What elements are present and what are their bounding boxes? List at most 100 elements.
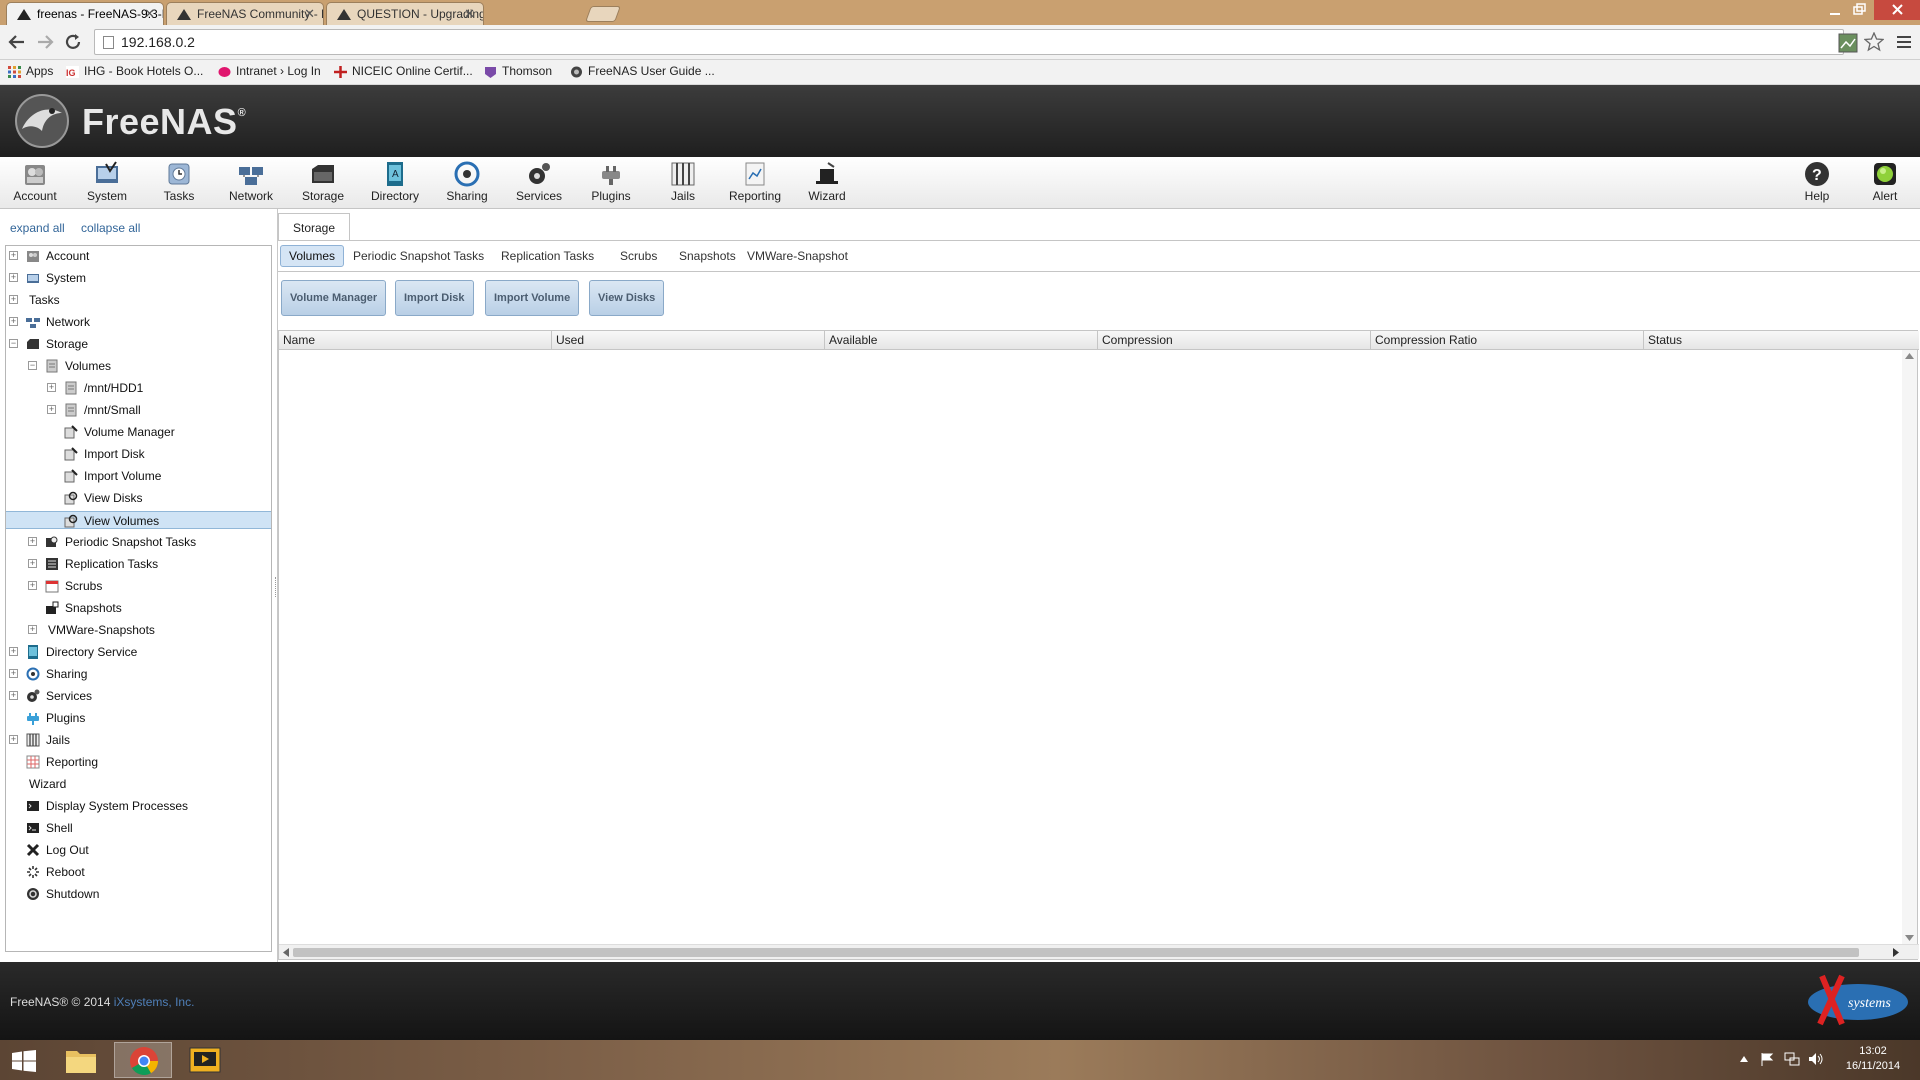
back-arrow-icon[interactable] xyxy=(8,34,26,50)
expand-toggle[interactable]: + xyxy=(28,581,37,590)
bookmark-thomson[interactable]: Thomson xyxy=(484,64,552,78)
column-header-used[interactable]: Used xyxy=(552,331,825,350)
windows-start-icon[interactable] xyxy=(12,1050,36,1072)
subtab-volumes[interactable]: Volumes xyxy=(280,245,345,267)
expand-toggle[interactable]: + xyxy=(47,405,56,414)
menu-alert[interactable]: Alert xyxy=(1852,161,1918,203)
expand-toggle[interactable]: + xyxy=(9,317,18,326)
scroll-left-icon[interactable] xyxy=(283,948,289,957)
expand-toggle[interactable]: + xyxy=(9,273,18,282)
view-disks-button[interactable]: View Disks xyxy=(589,280,665,316)
tree-node-services[interactable]: + Services xyxy=(6,687,271,705)
menu-account[interactable]: Account xyxy=(2,161,68,203)
tree-node-shell[interactable]: Shell xyxy=(6,819,271,837)
tree-node-directory-service[interactable]: + Directory Service xyxy=(6,643,271,661)
expand-toggle[interactable]: + xyxy=(28,625,37,634)
tree-node-vmware-snapshots[interactable]: + VMWare-Snapshots xyxy=(6,621,271,639)
menu-reporting[interactable]: Reporting xyxy=(722,161,788,203)
menu-network[interactable]: Network xyxy=(218,161,284,203)
tree-node-plugins[interactable]: Plugins xyxy=(6,709,271,727)
browser-tab-1[interactable]: freenas - FreeNAS-9.3-BET ✕ xyxy=(6,2,164,25)
bookmark-intranet[interactable]: Intranet › Log In xyxy=(218,64,321,78)
column-header-available[interactable]: Available xyxy=(825,331,1098,350)
tree-node-log-out[interactable]: Log Out xyxy=(6,841,271,859)
tree-node-system[interactable]: + System xyxy=(6,269,271,287)
tree-node-account[interactable]: + Account xyxy=(6,247,271,265)
menu-hamburger-icon[interactable] xyxy=(1896,34,1912,50)
collapse-toggle[interactable]: − xyxy=(9,339,18,348)
reload-icon[interactable] xyxy=(64,33,82,51)
volume-manager-button[interactable]: Volume Manager xyxy=(281,280,387,316)
bookmark-freenas-guide[interactable]: FreeNAS User Guide ... xyxy=(570,64,715,78)
tree-node-sharing[interactable]: + Sharing xyxy=(6,665,271,683)
bookmark-star-icon[interactable] xyxy=(1864,32,1884,52)
tree-node-display-system-processes[interactable]: Display System Processes xyxy=(6,797,271,815)
tree-node-network[interactable]: + Network xyxy=(6,313,271,331)
tree-node-mnt-small[interactable]: + /mnt/Small xyxy=(6,401,271,419)
menu-help[interactable]: ? Help xyxy=(1784,161,1850,203)
expand-toggle[interactable]: + xyxy=(9,691,18,700)
forward-arrow-icon[interactable] xyxy=(36,34,54,50)
menu-plugins[interactable]: Plugins xyxy=(578,161,644,203)
network-tray-icon[interactable] xyxy=(1784,1052,1800,1066)
browser-tab-3[interactable]: QUESTION - Upgrading H ✕ xyxy=(326,2,484,25)
menu-wizard[interactable]: Wizard xyxy=(794,161,860,203)
tab-close-icon[interactable]: ✕ xyxy=(304,3,315,25)
restore-icon[interactable] xyxy=(1852,3,1866,17)
scroll-down-icon[interactable] xyxy=(1905,935,1914,941)
action-center-flag-icon[interactable] xyxy=(1760,1052,1774,1066)
import-disk-button[interactable]: Import Disk xyxy=(395,280,474,316)
tree-node-jails[interactable]: + Jails xyxy=(6,731,271,749)
expand-toggle[interactable]: + xyxy=(47,383,56,392)
menu-system[interactable]: System xyxy=(74,161,140,203)
horizontal-scrollbar[interactable] xyxy=(279,944,1919,959)
tree-node-import-disk[interactable]: Import Disk xyxy=(6,445,271,463)
tree-node-reporting[interactable]: Reporting xyxy=(6,753,271,771)
address-bar[interactable]: 192.168.0.2 xyxy=(94,29,1844,55)
tree-node-wizard[interactable]: Wizard xyxy=(6,775,271,793)
column-header-name[interactable]: Name xyxy=(279,331,552,350)
tree-node-snapshots[interactable]: Snapshots xyxy=(6,599,271,617)
extension-icon[interactable] xyxy=(1838,33,1858,53)
tree-node-import-volume[interactable]: Import Volume xyxy=(6,467,271,485)
expand-toggle[interactable]: + xyxy=(9,251,18,260)
menu-jails[interactable]: Jails xyxy=(650,161,716,203)
collapse-toggle[interactable]: − xyxy=(28,361,37,370)
browser-tab-2[interactable]: FreeNAS Community - Fr ✕ xyxy=(166,2,324,25)
tree-node-mnt-hdd1[interactable]: + /mnt/HDD1 xyxy=(6,379,271,397)
tree-node-periodic-snapshot-tasks[interactable]: + Periodic Snapshot Tasks xyxy=(6,533,271,551)
close-window-button[interactable] xyxy=(1874,0,1920,20)
tree-node-scrubs[interactable]: + Scrubs xyxy=(6,577,271,595)
ixsystems-link[interactable]: iXsystems, Inc. xyxy=(114,995,195,1009)
column-header-compression-ratio[interactable]: Compression Ratio xyxy=(1371,331,1644,350)
taskbar-media-player[interactable] xyxy=(176,1042,234,1078)
bookmark-apps[interactable]: Apps xyxy=(8,64,53,78)
tree-node-replication-tasks[interactable]: + Replication Tasks xyxy=(6,555,271,573)
expand-toggle[interactable]: + xyxy=(9,295,18,304)
tab-close-icon[interactable]: ✕ xyxy=(464,3,475,25)
vertical-scrollbar[interactable] xyxy=(1902,350,1917,944)
import-volume-button[interactable]: Import Volume xyxy=(485,280,580,316)
tree-node-reboot[interactable]: Reboot xyxy=(6,863,271,881)
menu-sharing[interactable]: Sharing xyxy=(434,161,500,203)
expand-toggle[interactable]: + xyxy=(9,735,18,744)
tree-node-storage[interactable]: − Storage xyxy=(6,335,271,353)
new-tab-button[interactable] xyxy=(585,6,621,22)
subtab-snapshots[interactable]: Snapshots xyxy=(679,249,736,263)
expand-all-link[interactable]: expand all xyxy=(10,221,65,235)
expand-toggle[interactable]: + xyxy=(28,559,37,568)
volume-speaker-icon[interactable] xyxy=(1808,1052,1824,1066)
bookmark-ihg[interactable]: IG IHG - Book Hotels O... xyxy=(66,64,203,78)
system-clock[interactable]: 13:02 16/11/2014 xyxy=(1838,1044,1908,1074)
expand-toggle[interactable]: + xyxy=(28,537,37,546)
tree-node-volumes[interactable]: − Volumes xyxy=(6,357,271,375)
menu-tasks[interactable]: Tasks xyxy=(146,161,212,203)
scrollbar-thumb[interactable] xyxy=(293,948,1859,957)
expand-toggle[interactable]: + xyxy=(9,647,18,656)
tree-node-view-disks[interactable]: View Disks xyxy=(6,489,271,507)
tab-close-icon[interactable]: ✕ xyxy=(144,3,155,25)
collapse-all-link[interactable]: collapse all xyxy=(81,221,140,235)
bookmark-niceic[interactable]: NICEIC Online Certif... xyxy=(334,64,473,78)
minimize-icon[interactable] xyxy=(1828,4,1842,18)
taskbar-file-explorer[interactable] xyxy=(52,1042,110,1078)
